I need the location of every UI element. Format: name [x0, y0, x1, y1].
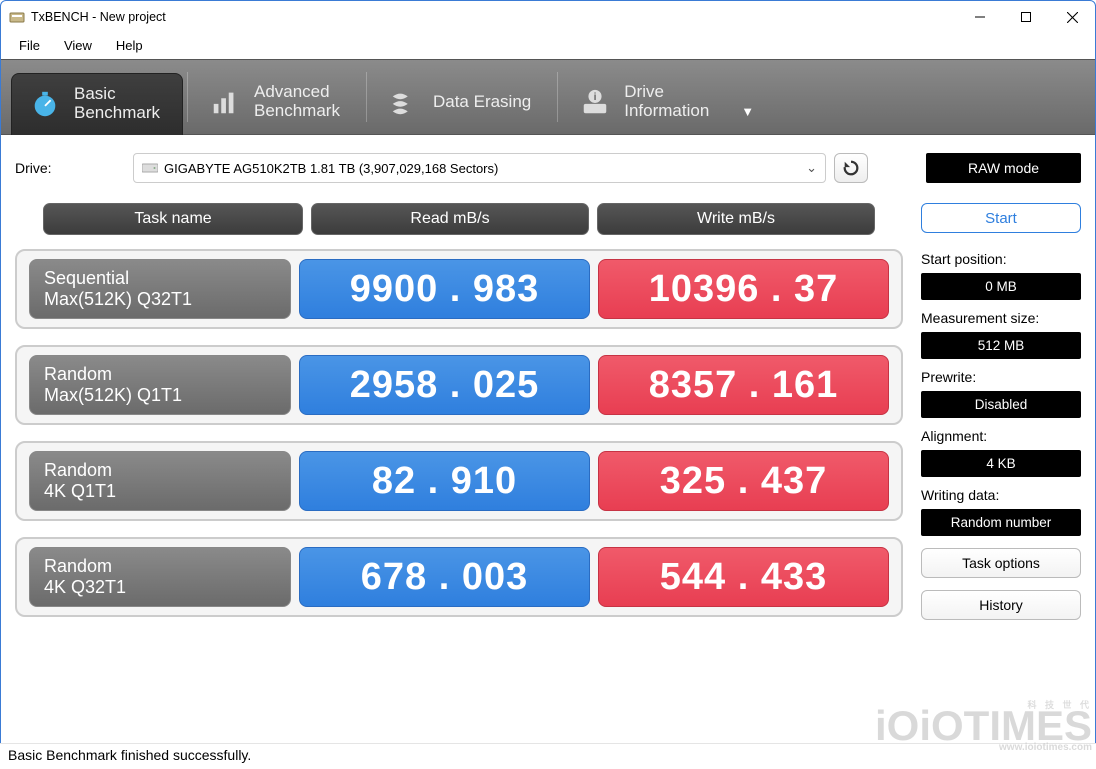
read-value: 9900 . 983: [299, 259, 590, 319]
column-read: Read mB/s: [311, 203, 589, 235]
divider: [366, 72, 367, 122]
drive-select[interactable]: GIGABYTE AG510K2TB 1.81 TB (3,907,029,16…: [133, 153, 826, 183]
write-value: 544 . 433: [598, 547, 889, 607]
alignment-label: Alignment:: [921, 428, 1081, 444]
raw-mode-button[interactable]: RAW mode: [926, 153, 1081, 183]
status-text: Basic Benchmark finished successfully.: [8, 747, 251, 763]
write-value: 10396 . 37: [598, 259, 889, 319]
titlebar: TxBENCH - New project: [1, 1, 1095, 33]
write-value: 325 . 437: [598, 451, 889, 511]
app-icon: [9, 9, 25, 25]
writing-data-label: Writing data:: [921, 487, 1081, 503]
close-button[interactable]: [1049, 1, 1095, 33]
tab-basic-benchmark[interactable]: BasicBenchmark: [11, 73, 183, 135]
start-position-value[interactable]: 0 MB: [921, 273, 1081, 300]
tab-label: Basic: [74, 85, 160, 104]
tab-label: Drive: [624, 83, 709, 102]
menubar: File View Help: [1, 33, 1095, 59]
tab-drive-information[interactable]: i DriveInformation: [562, 72, 731, 134]
maximize-button[interactable]: [1003, 1, 1049, 33]
reload-icon: [842, 159, 860, 177]
window-title: TxBENCH - New project: [31, 10, 957, 24]
divider: [557, 72, 558, 122]
stopwatch-icon: [30, 89, 60, 119]
menu-help[interactable]: Help: [104, 36, 155, 55]
drive-row: Drive: GIGABYTE AG510K2TB 1.81 TB (3,907…: [1, 135, 1095, 193]
task-options-button[interactable]: Task options: [921, 548, 1081, 578]
drive-label: Drive:: [15, 160, 125, 176]
side-panel: Start Start position: 0 MB Measurement s…: [921, 203, 1081, 633]
measurement-size-value[interactable]: 512 MB: [921, 332, 1081, 359]
task-name-cell: Random4K Q1T1: [29, 451, 291, 511]
read-value: 2958 . 025: [299, 355, 590, 415]
divider: [187, 72, 188, 122]
tab-label: Information: [624, 102, 709, 121]
task-name-cell: Random4K Q32T1: [29, 547, 291, 607]
table-row: RandomMax(512K) Q1T1 2958 . 025 8357 . 1…: [15, 345, 903, 425]
table-row: Random4K Q1T1 82 . 910 325 . 437: [15, 441, 903, 521]
svg-text:i: i: [594, 92, 597, 103]
history-button[interactable]: History: [921, 590, 1081, 620]
start-button[interactable]: Start: [921, 203, 1081, 233]
reload-button[interactable]: [834, 153, 868, 183]
column-task-name: Task name: [43, 203, 303, 235]
prewrite-label: Prewrite:: [921, 369, 1081, 385]
read-value: 678 . 003: [299, 547, 590, 607]
task-name-cell: SequentialMax(512K) Q32T1: [29, 259, 291, 319]
tab-label: Advanced: [254, 83, 340, 102]
barchart-icon: [210, 87, 240, 117]
alignment-value[interactable]: 4 KB: [921, 450, 1081, 477]
minimize-button[interactable]: [957, 1, 1003, 33]
task-name-cell: RandomMax(512K) Q1T1: [29, 355, 291, 415]
content: Task name Read mB/s Write mB/s Sequentia…: [1, 193, 1095, 633]
chevron-down-icon: ⌄: [806, 160, 817, 176]
column-write: Write mB/s: [597, 203, 875, 235]
menu-file[interactable]: File: [7, 36, 52, 55]
writing-data-value[interactable]: Random number: [921, 509, 1081, 536]
drive-selected-text: GIGABYTE AG510K2TB 1.81 TB (3,907,029,16…: [164, 161, 800, 176]
tab-label: Data Erasing: [433, 93, 531, 112]
drive-info-icon: i: [580, 87, 610, 117]
disk-icon: [142, 162, 158, 174]
tabs-more-button[interactable]: ▼: [741, 104, 754, 119]
tab-label: Benchmark: [254, 102, 340, 121]
window-controls: [957, 1, 1095, 33]
read-value: 82 . 910: [299, 451, 590, 511]
results-table: Task name Read mB/s Write mB/s Sequentia…: [15, 203, 903, 633]
start-position-label: Start position:: [921, 251, 1081, 267]
table-row: SequentialMax(512K) Q32T1 9900 . 983 103…: [15, 249, 903, 329]
menu-view[interactable]: View: [52, 36, 104, 55]
watermark: 科 技 世 代 iOiOTIMES www.ioiotimes.com: [875, 702, 1092, 751]
ribbon: BasicBenchmark AdvancedBenchmark Data Er…: [1, 59, 1095, 135]
tab-advanced-benchmark[interactable]: AdvancedBenchmark: [192, 72, 362, 134]
erase-icon: [389, 87, 419, 117]
table-row: Random4K Q32T1 678 . 003 544 . 433: [15, 537, 903, 617]
tab-data-erasing[interactable]: Data Erasing: [371, 72, 553, 134]
write-value: 8357 . 161: [598, 355, 889, 415]
measurement-size-label: Measurement size:: [921, 310, 1081, 326]
prewrite-value[interactable]: Disabled: [921, 391, 1081, 418]
tab-label: Benchmark: [74, 104, 160, 123]
